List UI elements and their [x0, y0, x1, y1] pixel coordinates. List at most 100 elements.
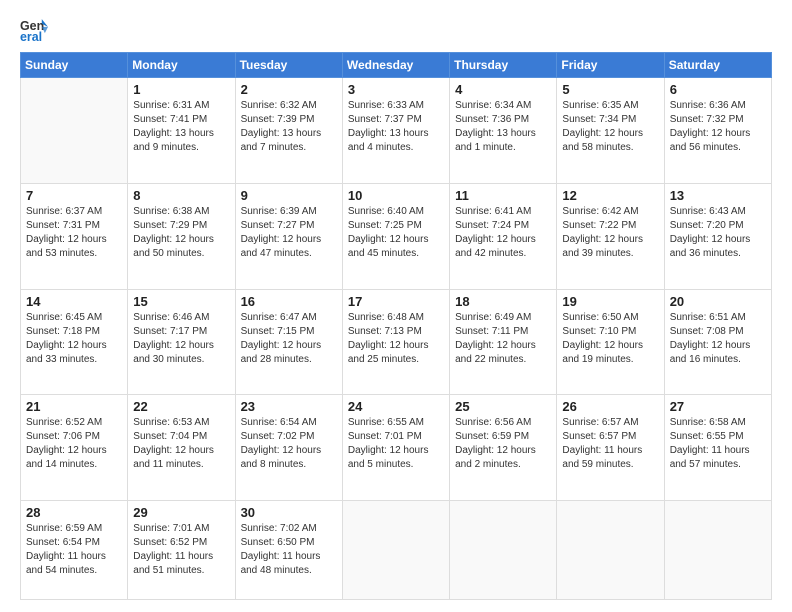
- cell-info: Sunrise: 7:02 AMSunset: 6:50 PMDaylight:…: [241, 522, 337, 578]
- calendar-cell-23: 23Sunrise: 6:54 AMSunset: 7:02 PMDayligh…: [235, 395, 342, 501]
- cell-info: Sunrise: 6:55 AMSunset: 7:01 PMDaylight:…: [348, 416, 444, 472]
- day-number: 9: [241, 188, 337, 203]
- calendar-cell-3: 3 Sunrise: 6:33 AMSunset: 7:37 PMDaylight…: [342, 78, 449, 184]
- calendar-cell-1: 1 Sunrise: 6:31 AMSunset: 7:41 PMDaylight…: [128, 78, 235, 184]
- calendar-cell-20: 20 Sunrise: 6:51 AMSunset: 7:08 PMDayligh…: [664, 289, 771, 395]
- calendar-cell-22: 22 Sunrise: 6:53 AMSunset: 7:04 PMDayligh…: [128, 395, 235, 501]
- cell-info: Sunrise: 6:41 AMSunset: 7:24 PMDaylight:…: [455, 205, 551, 261]
- cell-info: Sunrise: 6:48 AMSunset: 7:13 PMDaylight:…: [348, 311, 444, 367]
- calendar-cell-28: 28 Sunrise: 6:59 AMSunset: 6:54 PMDayligh…: [21, 501, 128, 600]
- day-number: 8: [133, 188, 229, 203]
- header: Gen eral: [20, 16, 772, 44]
- day-number: 2: [241, 82, 337, 97]
- day-number: 11: [455, 188, 551, 203]
- day-number: 27: [670, 399, 766, 414]
- cell-info: Sunrise: 7:01 AMSunset: 6:52 PMDaylight:…: [133, 522, 229, 578]
- day-number: 30: [241, 505, 337, 520]
- cell-info: Sunrise: 6:38 AMSunset: 7:29 PMDaylight:…: [133, 205, 229, 261]
- week-row-2: 14 Sunrise: 6:45 AMSunset: 7:18 PMDayligh…: [21, 289, 772, 395]
- day-number: 21: [26, 399, 122, 414]
- day-number: 14: [26, 294, 122, 309]
- calendar-cell-30: 30 Sunrise: 7:02 AMSunset: 6:50 PMDayligh…: [235, 501, 342, 600]
- calendar-cell-29: 29 Sunrise: 7:01 AMSunset: 6:52 PMDayligh…: [128, 501, 235, 600]
- cell-info: Sunrise: 6:51 AMSunset: 7:08 PMDaylight:…: [670, 311, 766, 367]
- day-number: 28: [26, 505, 122, 520]
- week-row-3: 21Sunrise: 6:52 AMSunset: 7:06 PMDayligh…: [21, 395, 772, 501]
- calendar-cell-17: 17 Sunrise: 6:48 AMSunset: 7:13 PMDayligh…: [342, 289, 449, 395]
- calendar-cell-14: 14 Sunrise: 6:45 AMSunset: 7:18 PMDayligh…: [21, 289, 128, 395]
- calendar-cell-empty: [342, 501, 449, 600]
- day-number: 19: [562, 294, 658, 309]
- weekday-header-saturday: Saturday: [664, 53, 771, 78]
- weekday-header-sunday: Sunday: [21, 53, 128, 78]
- logo-icon: Gen eral: [20, 16, 48, 44]
- cell-info: Sunrise: 6:53 AMSunset: 7:04 PMDaylight:…: [133, 416, 229, 472]
- calendar-cell-12: 12 Sunrise: 6:42 AMSunset: 7:22 PMDayligh…: [557, 183, 664, 289]
- week-row-1: 7 Sunrise: 6:37 AMSunset: 7:31 PMDaylight…: [21, 183, 772, 289]
- cell-info: Sunrise: 6:32 AMSunset: 7:39 PMDaylight:…: [241, 99, 337, 155]
- weekday-header-tuesday: Tuesday: [235, 53, 342, 78]
- day-number: 3: [348, 82, 444, 97]
- calendar-cell-26: 26 Sunrise: 6:57 AMSunset: 6:57 PMDayligh…: [557, 395, 664, 501]
- cell-info: Sunrise: 6:50 AMSunset: 7:10 PMDaylight:…: [562, 311, 658, 367]
- calendar-cell-24: 24 Sunrise: 6:55 AMSunset: 7:01 PMDayligh…: [342, 395, 449, 501]
- calendar-cell-9: 9 Sunrise: 6:39 AMSunset: 7:27 PMDaylight…: [235, 183, 342, 289]
- calendar-cell-empty: [557, 501, 664, 600]
- calendar-cell-25: 25 Sunrise: 6:56 AMSunset: 6:59 PMDayligh…: [450, 395, 557, 501]
- calendar-cell-16: 16 Sunrise: 6:47 AMSunset: 7:15 PMDayligh…: [235, 289, 342, 395]
- day-number: 12: [562, 188, 658, 203]
- weekday-header-thursday: Thursday: [450, 53, 557, 78]
- weekday-header-monday: Monday: [128, 53, 235, 78]
- cell-info: Sunrise: 6:35 AMSunset: 7:34 PMDaylight:…: [562, 99, 658, 155]
- cell-info: Sunrise: 6:57 AMSunset: 6:57 PMDaylight:…: [562, 416, 658, 472]
- cell-info: Sunrise: 6:42 AMSunset: 7:22 PMDaylight:…: [562, 205, 658, 261]
- cell-info: Sunrise: 6:45 AMSunset: 7:18 PMDaylight:…: [26, 311, 122, 367]
- calendar-cell-empty: [21, 78, 128, 184]
- cell-info: Sunrise: 6:49 AMSunset: 7:11 PMDaylight:…: [455, 311, 551, 367]
- calendar-table: SundayMondayTuesdayWednesdayThursdayFrid…: [20, 52, 772, 600]
- page: Gen eral SundayMondayTuesdayWednesdayThu…: [0, 0, 792, 612]
- calendar-cell-11: 11 Sunrise: 6:41 AMSunset: 7:24 PMDayligh…: [450, 183, 557, 289]
- cell-info: Sunrise: 6:58 AMSunset: 6:55 PMDaylight:…: [670, 416, 766, 472]
- weekday-header-row: SundayMondayTuesdayWednesdayThursdayFrid…: [21, 53, 772, 78]
- cell-info: Sunrise: 6:46 AMSunset: 7:17 PMDaylight:…: [133, 311, 229, 367]
- calendar-cell-6: 6 Sunrise: 6:36 AMSunset: 7:32 PMDaylight…: [664, 78, 771, 184]
- day-number: 7: [26, 188, 122, 203]
- weekday-header-wednesday: Wednesday: [342, 53, 449, 78]
- cell-info: Sunrise: 6:56 AMSunset: 6:59 PMDaylight:…: [455, 416, 551, 472]
- day-number: 20: [670, 294, 766, 309]
- cell-info: Sunrise: 6:31 AMSunset: 7:41 PMDaylight:…: [133, 99, 229, 155]
- day-number: 5: [562, 82, 658, 97]
- calendar-cell-18: 18 Sunrise: 6:49 AMSunset: 7:11 PMDayligh…: [450, 289, 557, 395]
- calendar-cell-21: 21Sunrise: 6:52 AMSunset: 7:06 PMDayligh…: [21, 395, 128, 501]
- day-number: 29: [133, 505, 229, 520]
- calendar-cell-8: 8 Sunrise: 6:38 AMSunset: 7:29 PMDaylight…: [128, 183, 235, 289]
- cell-info: Sunrise: 6:34 AMSunset: 7:36 PMDaylight:…: [455, 99, 551, 155]
- day-number: 16: [241, 294, 337, 309]
- calendar-cell-15: 15Sunrise: 6:46 AMSunset: 7:17 PMDayligh…: [128, 289, 235, 395]
- cell-info: Sunrise: 6:37 AMSunset: 7:31 PMDaylight:…: [26, 205, 122, 261]
- calendar-cell-19: 19 Sunrise: 6:50 AMSunset: 7:10 PMDayligh…: [557, 289, 664, 395]
- calendar-cell-2: 2 Sunrise: 6:32 AMSunset: 7:39 PMDaylight…: [235, 78, 342, 184]
- day-number: 13: [670, 188, 766, 203]
- day-number: 1: [133, 82, 229, 97]
- day-number: 22: [133, 399, 229, 414]
- cell-info: Sunrise: 6:36 AMSunset: 7:32 PMDaylight:…: [670, 99, 766, 155]
- svg-text:eral: eral: [20, 30, 42, 44]
- day-number: 4: [455, 82, 551, 97]
- cell-info: Sunrise: 6:39 AMSunset: 7:27 PMDaylight:…: [241, 205, 337, 261]
- day-number: 25: [455, 399, 551, 414]
- week-row-4: 28 Sunrise: 6:59 AMSunset: 6:54 PMDayligh…: [21, 501, 772, 600]
- logo: Gen eral: [20, 16, 52, 44]
- day-number: 6: [670, 82, 766, 97]
- day-number: 24: [348, 399, 444, 414]
- cell-info: Sunrise: 6:47 AMSunset: 7:15 PMDaylight:…: [241, 311, 337, 367]
- day-number: 18: [455, 294, 551, 309]
- calendar-cell-4: 4 Sunrise: 6:34 AMSunset: 7:36 PMDaylight…: [450, 78, 557, 184]
- day-number: 17: [348, 294, 444, 309]
- calendar-cell-7: 7 Sunrise: 6:37 AMSunset: 7:31 PMDaylight…: [21, 183, 128, 289]
- calendar-cell-5: 5 Sunrise: 6:35 AMSunset: 7:34 PMDaylight…: [557, 78, 664, 184]
- cell-info: Sunrise: 6:33 AMSunset: 7:37 PMDaylight:…: [348, 99, 444, 155]
- day-number: 26: [562, 399, 658, 414]
- cell-info: Sunrise: 6:59 AMSunset: 6:54 PMDaylight:…: [26, 522, 122, 578]
